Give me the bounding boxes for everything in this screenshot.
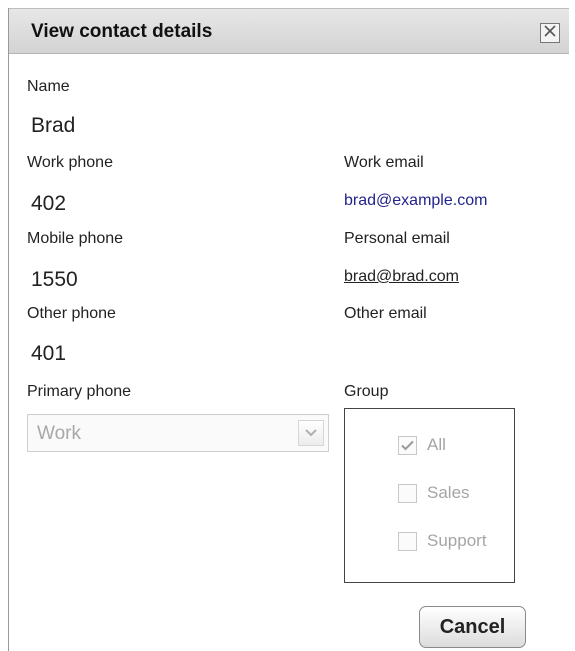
mobile-phone-value: 1550 xyxy=(31,268,78,291)
primary-phone-select[interactable]: Work xyxy=(27,414,329,452)
cancel-button[interactable]: Cancel xyxy=(419,606,526,648)
group-sales-label: Sales xyxy=(427,483,470,502)
group-option-sales[interactable]: Sales xyxy=(398,482,470,504)
personal-email-label: Personal email xyxy=(344,230,450,247)
group-sales-checkbox[interactable] xyxy=(398,483,417,503)
group-option-support[interactable]: Support xyxy=(398,530,487,552)
group-support-checkbox[interactable] xyxy=(398,531,417,551)
work-phone-value: 402 xyxy=(31,192,67,215)
dialog-titlebar: View contact details xyxy=(9,8,569,54)
check-icon xyxy=(401,440,414,450)
other-phone-label: Other phone xyxy=(27,305,116,322)
group-list: All Sales Support xyxy=(344,408,515,583)
primary-phone-label: Primary phone xyxy=(27,383,132,400)
chevron-down-icon xyxy=(305,429,317,437)
dropdown-arrow[interactable] xyxy=(298,420,324,446)
group-all-checkbox[interactable] xyxy=(398,435,417,455)
mobile-phone-label: Mobile phone xyxy=(27,230,124,247)
personal-email-link[interactable]: brad@brad.com xyxy=(344,268,459,286)
group-label: Group xyxy=(344,383,389,400)
other-email-label: Other email xyxy=(344,305,427,322)
work-email-value: brad@example.com xyxy=(344,192,488,209)
group-option-all[interactable]: All xyxy=(398,434,446,456)
other-phone-value: 401 xyxy=(31,342,67,365)
dialog-title: View contact details xyxy=(31,21,213,42)
close-icon xyxy=(543,24,557,43)
contact-details-dialog: View contact details Name Brad Work phon… xyxy=(8,8,575,651)
group-all-label: All xyxy=(427,435,446,454)
name-value: Brad xyxy=(31,114,76,137)
work-email-label: Work email xyxy=(344,154,424,171)
primary-phone-selected: Work xyxy=(37,423,81,444)
name-label: Name xyxy=(27,78,70,95)
work-phone-label: Work phone xyxy=(27,154,113,171)
close-button[interactable] xyxy=(540,23,560,43)
group-support-label: Support xyxy=(427,531,487,550)
